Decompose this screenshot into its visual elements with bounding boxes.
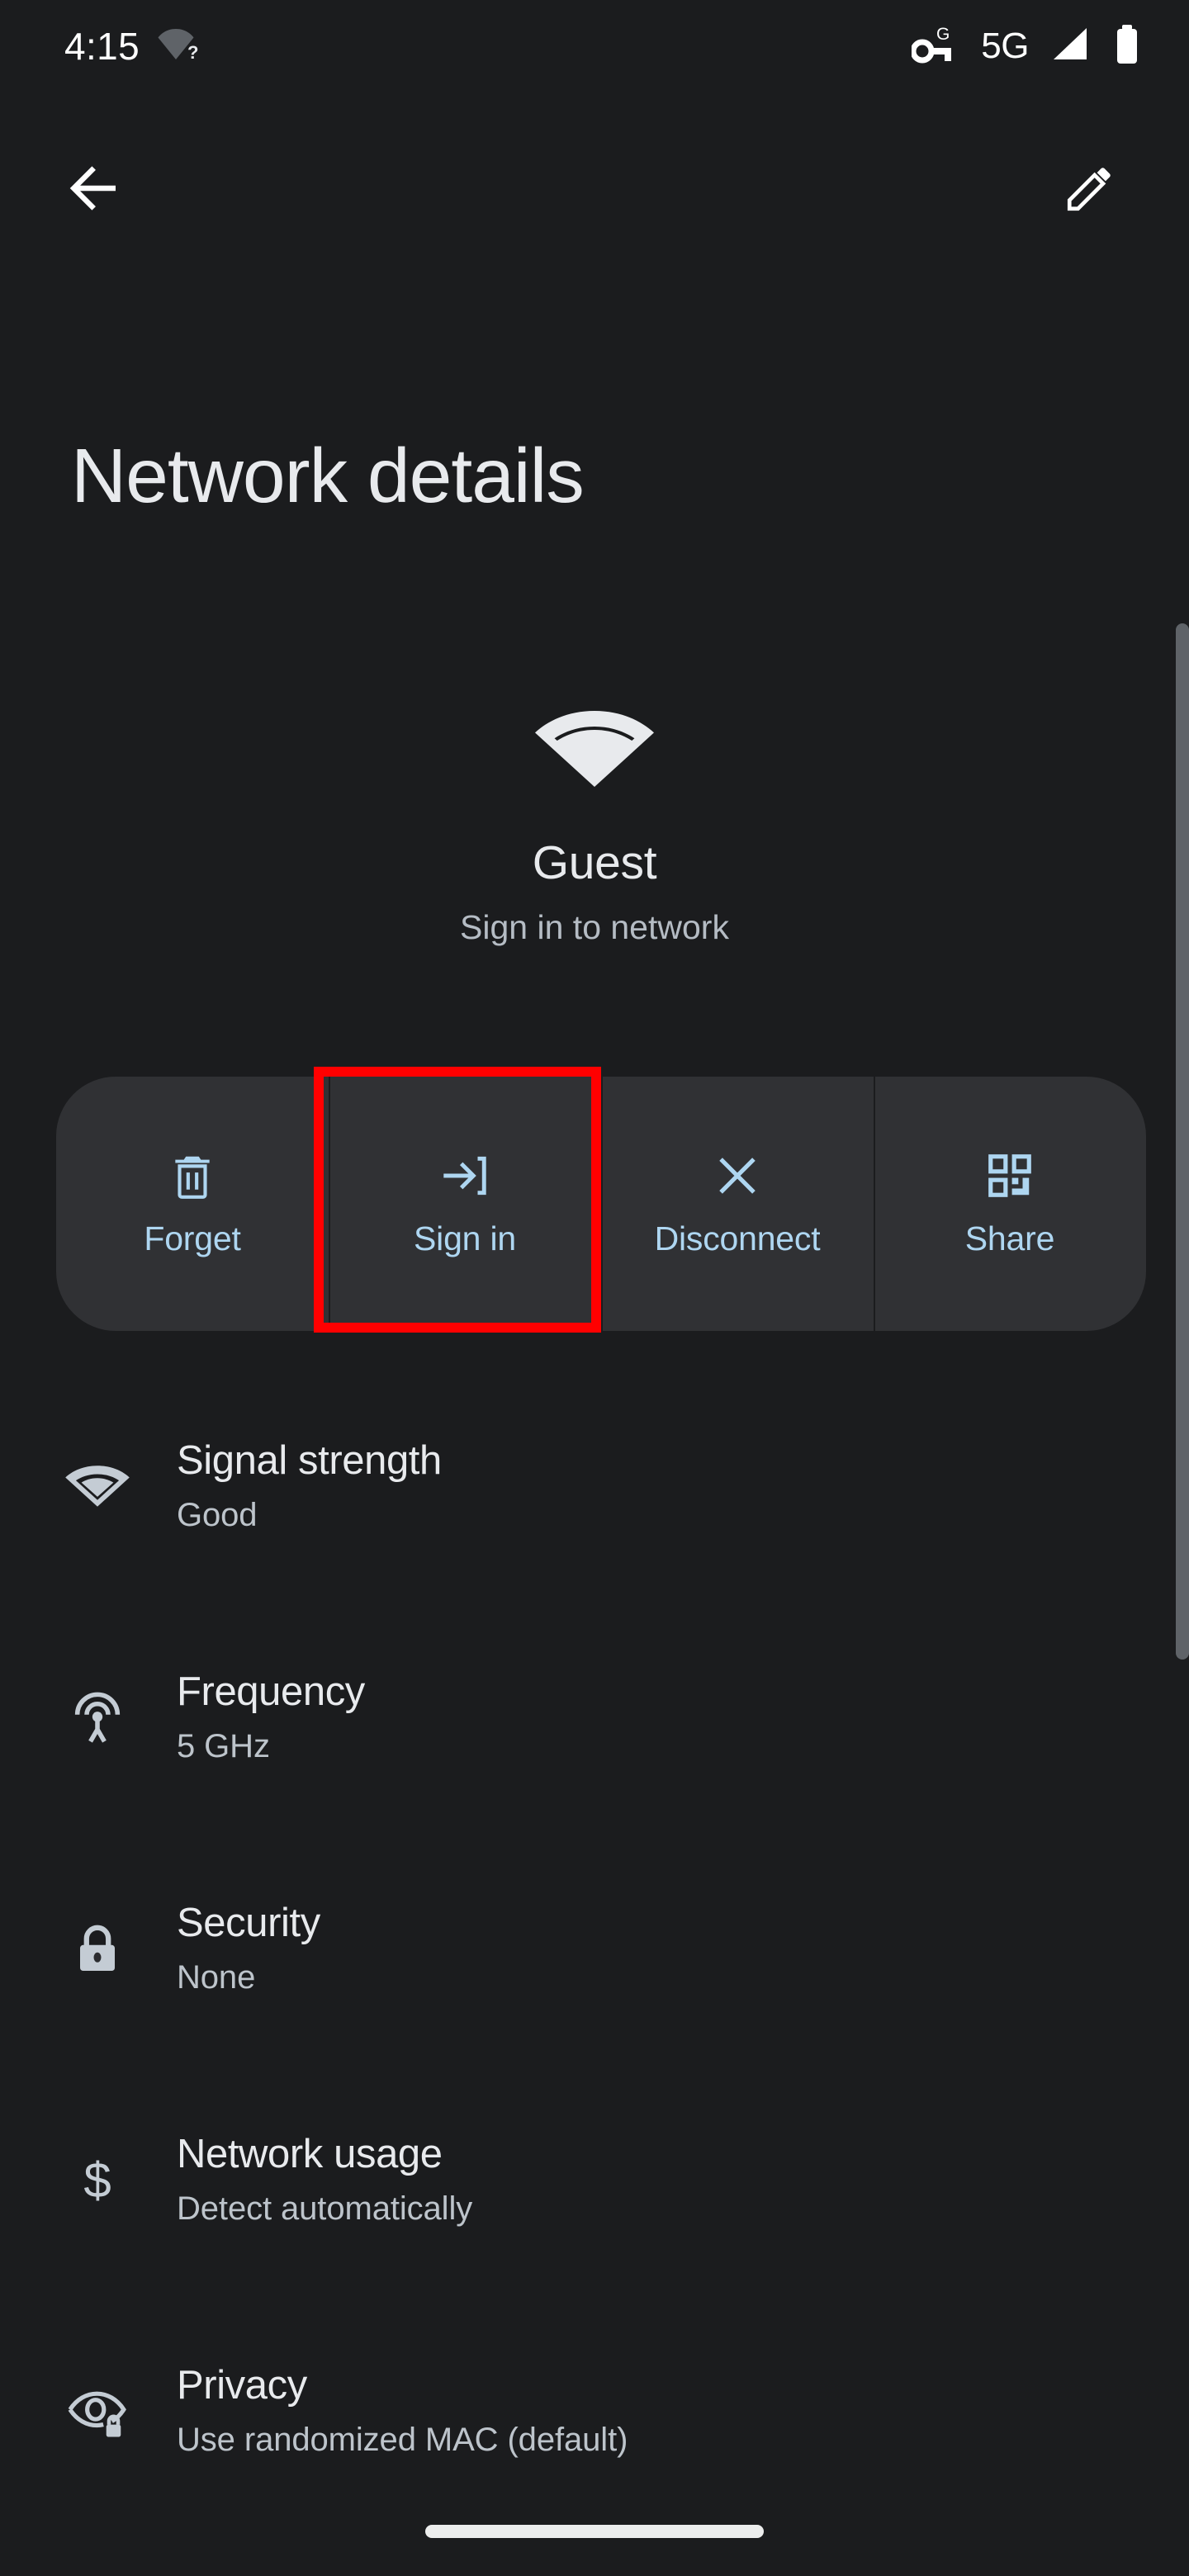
detail-row-network-usage[interactable]: $ Network usage Detect automatically — [0, 2097, 1189, 2328]
disconnect-button[interactable]: Disconnect — [601, 1077, 874, 1331]
scrollbar-thumb[interactable] — [1176, 623, 1189, 1660]
app-bar — [0, 132, 1189, 248]
battery-full-icon — [1113, 24, 1141, 69]
detail-value: Use randomized MAC (default) — [177, 2421, 628, 2458]
broadcast-antenna-icon — [51, 1660, 144, 1775]
forget-button[interactable]: Forget — [56, 1077, 329, 1331]
wifi-signal-icon — [533, 706, 656, 796]
close-x-icon — [712, 1150, 763, 1201]
action-bar: Forget Sign in Disconnect Share — [56, 1077, 1146, 1331]
detail-title: Security — [177, 1901, 320, 1945]
lock-icon — [51, 1891, 144, 2006]
network-status-text: Sign in to network — [460, 908, 729, 946]
detail-value: Detect automatically — [177, 2190, 473, 2227]
detail-value: 5 GHz — [177, 1727, 270, 1764]
sign-in-button[interactable]: Sign in — [329, 1077, 601, 1331]
eye-lock-icon — [51, 2353, 144, 2469]
svg-text:?: ? — [187, 42, 198, 63]
dollar-sign-icon: $ — [51, 2122, 144, 2237]
status-clock: 4:15 — [64, 25, 140, 68]
share-button[interactable]: Share — [874, 1077, 1146, 1331]
network-ssid: Guest — [532, 836, 657, 889]
cell-signal-icon — [1050, 25, 1092, 69]
edit-button[interactable] — [1047, 147, 1133, 233]
trash-icon — [167, 1150, 218, 1201]
back-arrow-icon — [62, 156, 126, 225]
action-bar-container: Forget Sign in Disconnect Share — [0, 1067, 1189, 1339]
status-bar-right: G 5G — [910, 23, 1141, 70]
detail-title: Privacy — [177, 2363, 307, 2408]
network-header: Guest Sign in to network — [0, 706, 1189, 947]
svg-text:$: $ — [83, 2152, 111, 2208]
qr-code-icon — [984, 1150, 1035, 1201]
detail-title: Frequency — [177, 1669, 365, 1714]
disconnect-button-label: Disconnect — [654, 1219, 821, 1257]
page-title: Network details — [71, 433, 585, 519]
network-detail-list: Signal strength Good Frequency 5 GHz Sec… — [0, 1404, 1189, 2559]
detail-row-text: Privacy Use randomized MAC (default) — [177, 2353, 628, 2459]
pencil-edit-icon — [1063, 161, 1117, 220]
detail-title: Signal strength — [177, 1438, 442, 1483]
detail-row-text: Security None — [177, 1891, 320, 1996]
detail-row-text: Frequency 5 GHz — [177, 1660, 365, 1765]
detail-row-text: Signal strength Good — [177, 1428, 442, 1534]
detail-title: Network usage — [177, 2132, 443, 2176]
gesture-nav-pill[interactable] — [425, 2525, 764, 2538]
detail-value: None — [177, 1958, 256, 1996]
svg-text:G: G — [936, 25, 950, 44]
login-icon — [439, 1150, 490, 1201]
share-button-label: Share — [964, 1219, 1055, 1257]
detail-row-signal-strength[interactable]: Signal strength Good — [0, 1404, 1189, 1635]
back-button[interactable] — [51, 147, 137, 233]
detail-row-frequency[interactable]: Frequency 5 GHz — [0, 1635, 1189, 1866]
detail-row-text: Network usage Detect automatically — [177, 2122, 472, 2228]
wifi-question-icon: ? — [158, 26, 201, 68]
network-type-label: 5G — [981, 26, 1029, 66]
network-details-screen: 4:15 ? G 5G Network details Guest Sign i… — [0, 0, 1189, 2576]
status-bar: 4:15 ? G 5G — [0, 0, 1189, 92]
sign-in-button-label: Sign in — [414, 1219, 516, 1257]
status-bar-left: 4:15 ? — [64, 24, 201, 69]
detail-row-security[interactable]: Security None — [0, 1866, 1189, 2097]
wifi-signal-icon — [51, 1428, 144, 1544]
vpn-key-g-icon: G — [910, 23, 959, 70]
forget-button-label: Forget — [144, 1219, 241, 1257]
detail-value: Good — [177, 1496, 258, 1533]
